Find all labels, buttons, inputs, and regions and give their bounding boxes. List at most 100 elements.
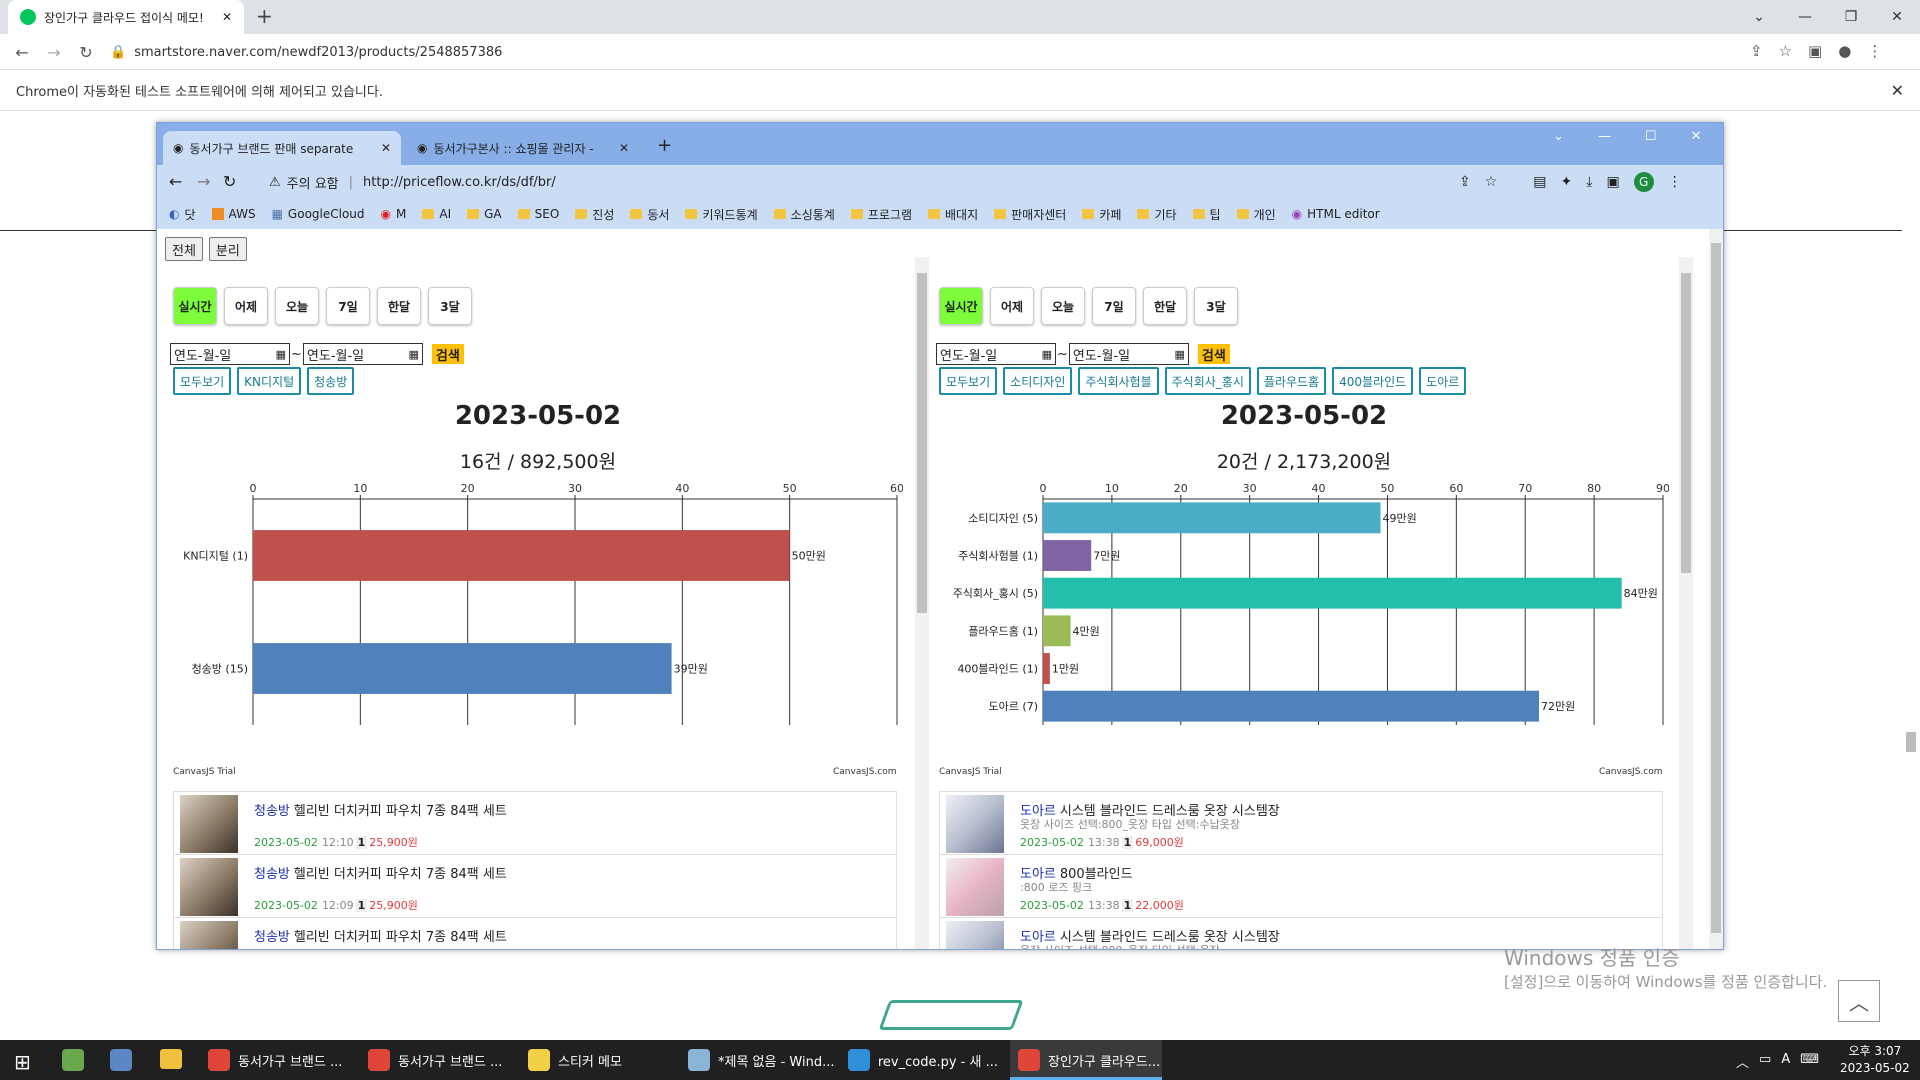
bookmark-item[interactable]: ◉ M [381,207,407,221]
bookmark-item[interactable]: 판매자센터 [994,206,1066,223]
network-icon[interactable]: ▭ [1759,1052,1771,1071]
period-button[interactable]: 어제 [990,287,1034,325]
product-thumbnail[interactable] [180,858,238,916]
shop-name[interactable]: 청송방 [254,867,290,882]
shop-name[interactable]: 청송방 [254,804,290,819]
filter-button[interactable]: 청송방 [307,367,355,395]
product-name[interactable]: 헬리빈 더치커피 파우치 7종 84팩 세트 [294,930,507,945]
new-tab-button[interactable]: + [256,4,273,28]
maximize-button[interactable]: ☐ [1645,129,1657,144]
share-icon[interactable]: ⇪ [1750,42,1763,60]
download-icon[interactable]: ⤓ [1586,174,1592,190]
bookmark-item[interactable]: GA [467,207,502,221]
period-button[interactable]: 한달 [377,287,421,325]
close-window-button[interactable]: ✕ [1691,129,1702,144]
order-row[interactable]: 도아르시스템 블라인드 드레스룸 옷장 시스템장옷장 사이즈 선택:800_옷장… [940,918,1662,949]
bookmark-item[interactable]: ◉ HTML editor [1292,207,1380,221]
bookmark-item[interactable]: 팁 [1192,206,1221,223]
inner-tab-active[interactable]: ◉ 동서가구 브랜드 판매 separate ✕ [163,131,401,165]
outer-tab-active[interactable]: 장인가구 클라우드 접이식 메모! ✕ [8,0,244,34]
view-all-button[interactable]: 전체 [165,237,203,261]
taskbar-item[interactable]: rev_code.py - 새 ... [840,1040,998,1080]
bookmark-item[interactable]: AI [422,207,451,221]
profile-avatar[interactable]: G [1633,172,1654,192]
period-button[interactable]: 실시간 [173,287,217,325]
right-panel-scrollbar[interactable] [1679,257,1693,949]
taskbar-item[interactable]: 스티커 메모 [520,1040,675,1080]
inner-tab-2[interactable]: ◉ 동서가구본사 :: 쇼핑몰 관리자 - ✕ [407,131,639,165]
period-button[interactable]: 오늘 [1041,287,1085,325]
sidepanel-icon[interactable]: ▣ [1808,42,1822,60]
minimize-button[interactable]: — [1598,129,1611,144]
filter-button[interactable]: 주식회사_홍시 [1164,367,1251,395]
page-scrollbar[interactable] [1709,229,1723,949]
filter-button[interactable]: 400블라인드 [1332,367,1414,395]
period-button[interactable]: 오늘 [275,287,319,325]
back-icon[interactable]: ← [169,172,182,191]
extension-icon[interactable]: ▤ [1533,174,1546,190]
bookmark-item[interactable]: 배대지 [928,206,978,223]
period-button[interactable]: 어제 [224,287,268,325]
tab-search-icon[interactable]: ⌄ [1736,0,1782,34]
period-button[interactable]: 7일 [326,287,370,325]
left-panel-scrollbar[interactable] [915,257,929,949]
bookmark-item[interactable]: AWS [211,207,256,221]
product-thumbnail[interactable] [180,921,238,949]
sidepanel-icon[interactable]: ▣ [1606,174,1619,190]
page-scrollbar-thumb[interactable] [1906,732,1916,752]
close-tab-icon[interactable]: ✕ [222,10,232,24]
view-split-button[interactable]: 분리 [208,237,247,261]
bookmark-item[interactable]: 개인 [1236,206,1276,223]
new-tab-button[interactable]: + [657,135,672,156]
scrollbar-thumb[interactable] [1681,273,1691,573]
bookmark-item[interactable]: 기타 [1137,206,1177,223]
bookmark-item[interactable]: 진성 [575,206,614,223]
product-thumbnail[interactable] [946,921,1004,949]
search-button[interactable]: 검색 [431,344,464,364]
scrollbar-thumb[interactable] [917,273,927,613]
close-window-button[interactable]: ✕ [1874,0,1920,34]
forward-icon[interactable]: → [197,172,210,191]
keyboard-icon[interactable]: ⌨ [1800,1052,1819,1071]
taskbar-item[interactable]: *제목 없음 - Wind... [680,1040,835,1080]
inner-address-bar[interactable]: ⚠ 주의 요함 | http://priceflow.co.kr/ds/df/b… [269,168,1309,196]
filter-button[interactable]: 모두보기 [939,367,998,395]
ime-indicator[interactable]: A [1781,1052,1790,1071]
menu-icon[interactable]: ⋮ [1867,42,1882,60]
bookmark-item[interactable]: 소싱통계 [773,206,835,223]
bookmark-item[interactable]: 키워드통계 [685,206,758,223]
reload-icon[interactable]: ↻ [223,172,236,191]
period-button[interactable]: 3달 [428,287,472,325]
close-tab-icon[interactable]: ✕ [381,141,391,155]
filter-button[interactable]: 주식회사험블 [1078,367,1159,395]
order-row[interactable]: 청송방 헬리빈 더치커피 파우치 7종 84팩 세트 2023-05-02 12:09… [174,855,896,918]
taskbar-item[interactable]: 장인가구 클라우드... [1010,1040,1162,1080]
date-end-input[interactable]: 연도-월-일 ▦ [302,343,423,365]
product-name[interactable]: 헬리빈 더치커피 파우치 7종 84팩 세트 [294,804,507,819]
filter-button[interactable]: 플라우드홈 [1256,367,1327,395]
date-end-input[interactable]: 연도-월-일 ▦ [1068,343,1189,365]
infobar-close-icon[interactable]: ✕ [1891,81,1904,100]
profile-icon[interactable]: ● [1838,42,1851,60]
filter-button[interactable]: 소티디자인 [1003,367,1073,395]
date-start-input[interactable]: 연도-월-일 ▦ [936,343,1056,365]
tray-chevron-icon[interactable]: ︿ [1736,1052,1749,1071]
app-icon[interactable] [62,1049,84,1071]
minimize-button[interactable]: — [1782,0,1828,34]
filter-button[interactable]: 모두보기 [173,367,232,395]
outer-address-bar[interactable]: 🔒 smartstore.naver.com/newdf2013/product… [110,38,1670,66]
forward-icon[interactable]: → [42,40,66,64]
close-tab-icon[interactable]: ✕ [619,141,629,155]
reload-icon[interactable]: ↻ [74,40,98,64]
order-row[interactable]: 도아르 800블라인드:800 로즈 핑크 2023-05-02 13:38 1 22,0… [940,855,1662,918]
restore-button[interactable]: ❐ [1828,0,1874,34]
filter-button[interactable]: 도아르 [1419,367,1467,395]
taskbar-item[interactable]: 동서가구 브랜드 ... [200,1040,355,1080]
bookmark-item[interactable]: SEO [517,207,559,221]
search-button[interactable]: 검색 [1197,344,1230,364]
product-thumbnail[interactable] [180,795,238,853]
date-start-input[interactable]: 연도-월-일 ▦ [170,343,290,365]
bookmark-item[interactable]: ▦ GoogleCloud [272,207,365,221]
bookmark-star-icon[interactable]: ☆ [1485,174,1498,190]
windows-start-icon[interactable]: ⊞ [14,1050,31,1074]
